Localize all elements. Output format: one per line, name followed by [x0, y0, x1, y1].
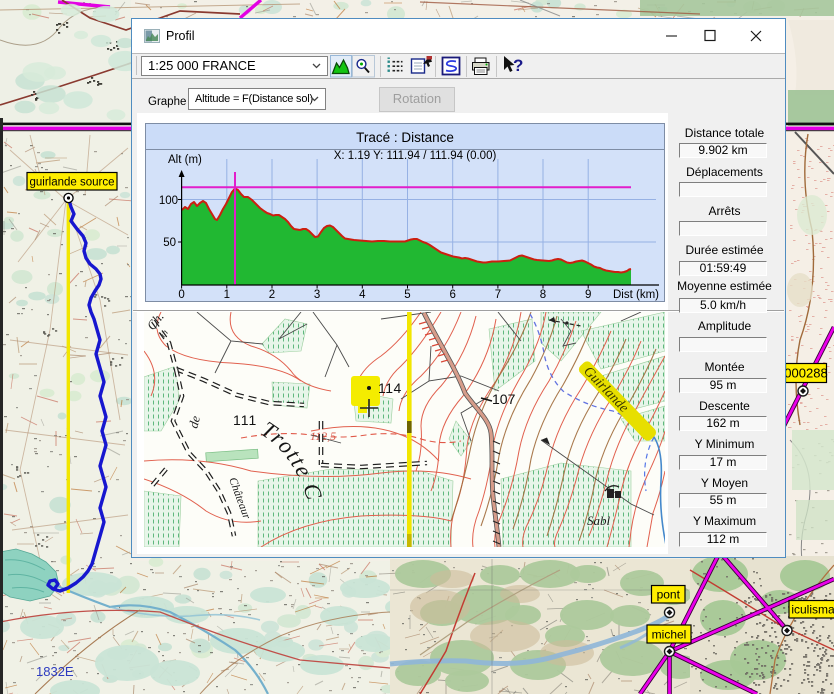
svg-text:114: 114	[378, 380, 402, 396]
svg-text:111: 111	[233, 412, 257, 428]
svg-text:7: 7	[495, 289, 501, 301]
svg-text:5: 5	[404, 289, 410, 301]
svg-text:michel: michel	[652, 627, 687, 641]
svg-text:2: 2	[269, 289, 275, 301]
svg-text:3: 3	[314, 289, 320, 301]
svg-text:100: 100	[159, 195, 178, 207]
svg-text:Tracé : Distance: Tracé : Distance	[356, 130, 454, 145]
svg-text:iculisma: iculisma	[791, 603, 834, 617]
svg-text:pont: pont	[657, 588, 681, 602]
svg-text:8: 8	[540, 289, 546, 301]
svg-text:guirlande source: guirlande source	[29, 176, 114, 188]
svg-text:6: 6	[449, 289, 455, 301]
svg-text:X: 1.19 Y: 111.94 / 111.94 (0.: X: 1.19 Y: 111.94 / 111.94 (0.00)	[334, 150, 497, 162]
svg-text:9: 9	[585, 289, 591, 301]
svg-text:Sabl: Sabl	[587, 513, 611, 528]
svg-text:1: 1	[224, 289, 230, 301]
svg-text:107: 107	[492, 391, 516, 407]
svg-text:0: 0	[178, 289, 184, 301]
svg-text:1832E: 1832E	[36, 664, 74, 679]
svg-text:Dist (km): Dist (km)	[613, 289, 659, 301]
svg-text:?: ?	[513, 56, 523, 75]
svg-text:Alt (m): Alt (m)	[168, 154, 202, 166]
svg-text:000288: 000288	[784, 366, 827, 381]
svg-text:50: 50	[163, 237, 176, 249]
svg-text:4: 4	[359, 289, 366, 301]
